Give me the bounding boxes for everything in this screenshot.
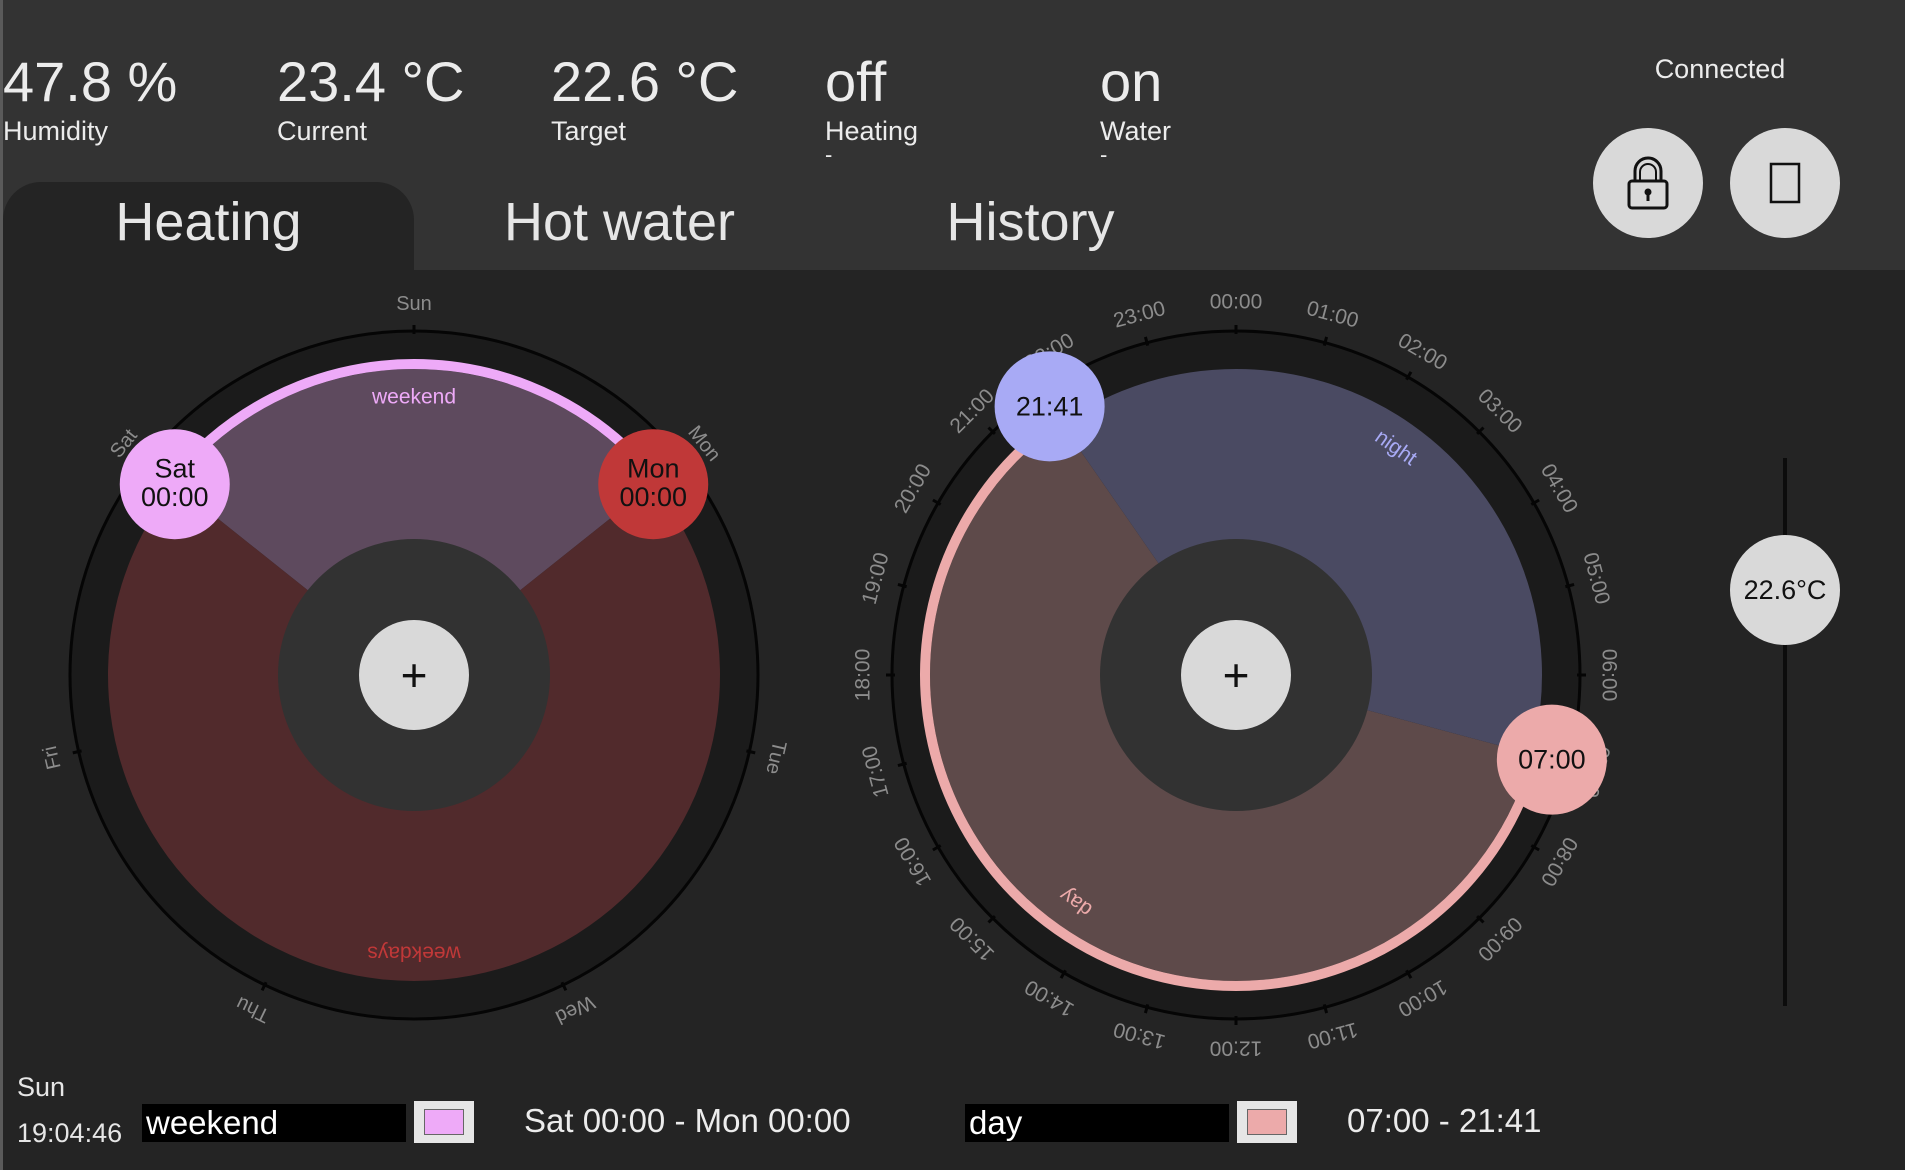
lock-icon: [1627, 156, 1669, 210]
tab-history[interactable]: History: [825, 182, 1236, 270]
dial-label-23-00: 23:00: [1111, 297, 1168, 333]
dial-label-00-00: 00:00: [1210, 291, 1263, 314]
lock-button[interactable]: [1593, 128, 1703, 238]
humidity-stat: 47.8 % Humidity: [3, 50, 177, 148]
humidity-label: Humidity: [3, 116, 109, 146]
week-segment-name-input[interactable]: [142, 1104, 406, 1142]
heating-status-stat: off Heating -: [825, 50, 919, 167]
current-temp-stat: 23.4 °C Current: [277, 50, 464, 148]
week-segment-color-swatch: [424, 1109, 464, 1135]
dial-label-tue: Tue: [761, 739, 790, 777]
water-status-sub: -: [1100, 142, 1108, 167]
clock-time: 19:04:46: [17, 1118, 123, 1148]
target-temp-stat: 22.6 °C Target: [551, 50, 738, 148]
dial-label-05-00: 05:00: [1578, 550, 1614, 607]
clock-day: Sun: [17, 1072, 66, 1102]
window-edge: [0, 0, 3, 1170]
add-icon: +: [401, 649, 428, 701]
dial-label-11-00: 11:00: [1305, 1018, 1360, 1053]
dial-label-02-00: 02:00: [1394, 329, 1451, 375]
target-temp-value: 22.6 °C: [551, 50, 739, 113]
segment-handle-label-21-41: 21:41: [1016, 391, 1084, 421]
dial-label-18-00: 18:00: [852, 649, 875, 702]
dial-tick: [72, 749, 82, 755]
water-status-value: on: [1100, 50, 1163, 113]
current-temp-label: Current: [277, 116, 368, 146]
segment-handle-label-07-00: 07:00: [1518, 745, 1586, 775]
day-segment-color-swatch: [1247, 1109, 1287, 1135]
dial-label-fri: Fri: [40, 744, 66, 772]
target-slider-handle[interactable]: 22.6°C: [1730, 535, 1840, 645]
fullscreen-button[interactable]: [1730, 128, 1840, 238]
day-segment-color-picker[interactable]: [1237, 1101, 1297, 1143]
week-schedule-dial[interactable]: SunMonTueWedThuFriSatweekendweekdays+Sat…: [40, 290, 790, 1060]
segment-handle-label-mon-00-00: Mon 00:00: [619, 453, 687, 511]
dial-label-thu: Thu: [233, 992, 274, 1027]
segment-label-weekdays: weekdays: [367, 942, 461, 965]
dial-label-12-00: 12:00: [1210, 1037, 1263, 1060]
water-status-stat: on Water -: [1100, 50, 1172, 167]
dial-label-10-00: 10:00: [1394, 975, 1451, 1021]
water-status-label: Water: [1100, 116, 1172, 146]
dial-label-wed: Wed: [552, 991, 598, 1029]
day-schedule-dial[interactable]: 00:0001:0002:0003:0004:0005:0006:0007:00…: [840, 290, 1650, 1060]
dial-label-08-00: 08:00: [1536, 833, 1582, 890]
dial-label-04-00: 04:00: [1536, 460, 1582, 517]
humidity-value: 47.8 %: [3, 50, 178, 113]
tab-heating[interactable]: Heating: [3, 182, 414, 270]
dial-label-06-00: 06:00: [1598, 649, 1621, 702]
add-icon: +: [1223, 649, 1250, 701]
heating-status-sub: -: [825, 142, 833, 167]
square-icon: [1769, 162, 1801, 204]
dial-label-16-00: 16:00: [890, 833, 936, 890]
connection-status: Connected: [1654, 54, 1786, 84]
day-segment-name-input[interactable]: [965, 1104, 1229, 1142]
dial-label-14-00: 14:00: [1021, 975, 1078, 1021]
dial-label-19-00: 19:00: [858, 550, 894, 607]
segment-label-weekend: weekend: [371, 386, 456, 409]
dial-label-sun: Sun: [396, 293, 432, 315]
heating-status-value: off: [825, 50, 887, 113]
dial-label-01-00: 01:00: [1304, 297, 1361, 333]
tab-hot-water[interactable]: Hot water: [414, 182, 825, 270]
dial-tick: [746, 749, 756, 755]
dial-label-17-00: 17:00: [858, 743, 894, 800]
dial-label-13-00: 13:00: [1111, 1017, 1168, 1053]
week-segment-range: Sat 00:00 - Mon 00:00: [524, 1102, 851, 1139]
dial-label-20-00: 20:00: [890, 460, 936, 517]
target-temp-label: Target: [551, 116, 627, 146]
week-segment-color-picker[interactable]: [414, 1101, 474, 1143]
day-segment-range: 07:00 - 21:41: [1347, 1102, 1542, 1139]
current-temp-value: 23.4 °C: [277, 50, 465, 113]
heating-status-label: Heating: [825, 116, 919, 146]
